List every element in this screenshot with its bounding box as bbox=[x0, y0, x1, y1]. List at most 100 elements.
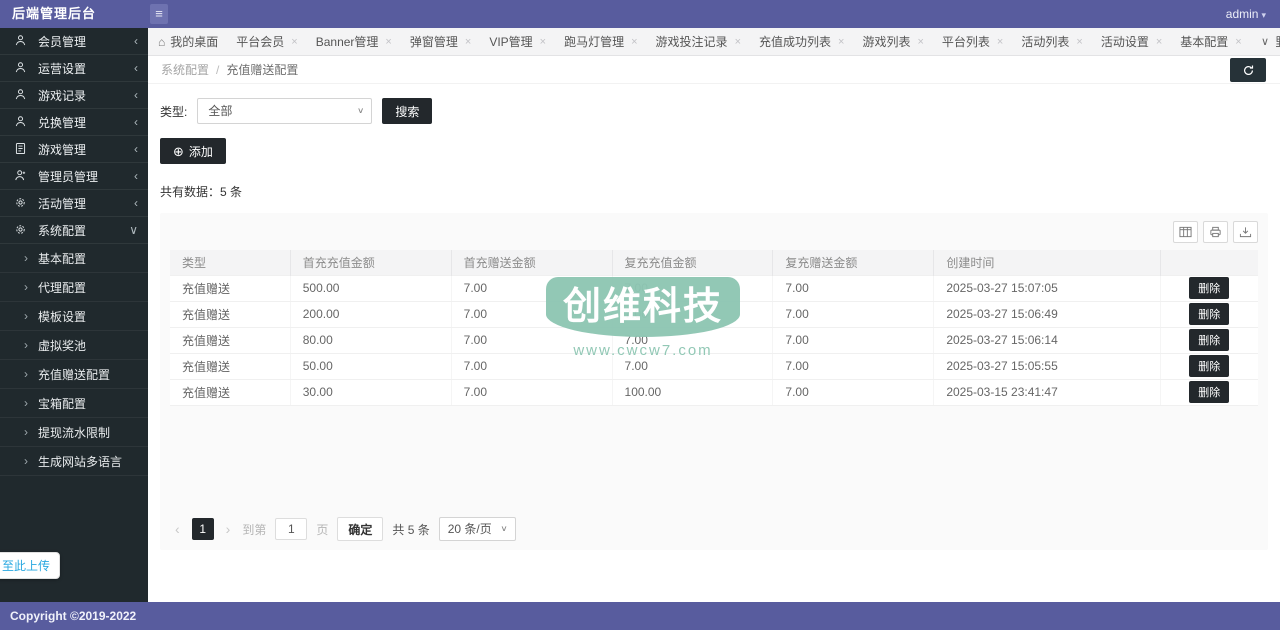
close-icon[interactable]: × bbox=[917, 36, 923, 48]
user-icon bbox=[14, 115, 29, 130]
chevron-right-icon: › bbox=[24, 338, 28, 352]
table-cell: 2025-03-15 23:41:47 bbox=[933, 379, 1161, 406]
chevron-left-icon: ‹ bbox=[134, 88, 138, 102]
sidebar-subitem[interactable]: › 模板设置 bbox=[0, 302, 148, 331]
table-cell: 充值赠送 bbox=[170, 353, 291, 380]
close-icon[interactable]: × bbox=[997, 36, 1003, 48]
home-icon: ⌂ bbox=[158, 34, 166, 49]
sidebar-item-label: 活动管理 bbox=[38, 196, 87, 211]
sidebar-item[interactable]: 游戏记录 ‹ bbox=[0, 82, 148, 109]
search-button[interactable]: 搜索 bbox=[382, 98, 433, 124]
close-icon[interactable]: × bbox=[838, 36, 844, 48]
tabs-dropdown-icon[interactable]: ∨ bbox=[1254, 28, 1276, 55]
close-icon[interactable]: × bbox=[385, 36, 391, 48]
close-icon[interactable]: × bbox=[1235, 36, 1241, 48]
sidebar-menu: 会员管理 ‹ 运营设置 ‹ 游戏记录 ‹ 兑换管理 ‹ 游戏管理 ‹ 管理员管理 ‹ 活动管理 ‹ 系统配置… bbox=[0, 28, 148, 244]
table-cell: 7.00 bbox=[772, 353, 934, 380]
close-icon[interactable]: × bbox=[465, 36, 471, 48]
table-cell: 2025-03-27 15:05:55 bbox=[933, 353, 1161, 380]
delete-button[interactable]: 删除 bbox=[1189, 329, 1230, 351]
delete-button[interactable]: 删除 bbox=[1189, 277, 1230, 299]
sidebar-item[interactable]: 系统配置 ∨ bbox=[0, 217, 148, 244]
sidebar-subitem[interactable]: › 虚拟奖池 bbox=[0, 331, 148, 360]
table-cell: 7.00 bbox=[772, 327, 934, 354]
tab[interactable]: 平台会员 × bbox=[236, 33, 297, 50]
sidebar-subitem-label: 生成网站多语言 bbox=[38, 454, 123, 469]
sidebar-subitem[interactable]: › 提现流水限制 bbox=[0, 418, 148, 447]
close-icon[interactable]: × bbox=[1076, 36, 1082, 48]
sidebar-submenu: › 基本配置 › 代理配置 › 模板设置 › 虚拟奖池 › 充值赠送配置 › 宝箱配置 › 提现流水限制 ›… bbox=[0, 244, 148, 476]
column-header: 类型 bbox=[170, 250, 291, 275]
table-cell: 充值赠送 bbox=[170, 327, 291, 354]
tab[interactable]: 游戏列表 × bbox=[862, 33, 923, 50]
sidebar-subitem-label: 虚拟奖池 bbox=[38, 338, 87, 353]
sidebar-item[interactable]: 兑换管理 ‹ bbox=[0, 109, 148, 136]
print-button[interactable] bbox=[1203, 221, 1228, 243]
close-icon[interactable]: × bbox=[631, 36, 637, 48]
close-icon[interactable]: × bbox=[291, 36, 297, 48]
add-button[interactable]: ⊕ 添加 bbox=[160, 138, 226, 164]
tab[interactable]: 活动列表 × bbox=[1021, 33, 1082, 50]
breadcrumb-parent[interactable]: 系统配置 bbox=[161, 61, 209, 78]
current-page-button[interactable]: 1 bbox=[191, 518, 214, 540]
sidebar-item-label: 会员管理 bbox=[38, 34, 87, 49]
sidebar-item[interactable]: 管理员管理 ‹ bbox=[0, 163, 148, 190]
tab-home[interactable]: ⌂ 我的桌面 bbox=[158, 33, 218, 50]
tab[interactable]: 弹窗管理 × bbox=[410, 33, 471, 50]
close-icon[interactable]: × bbox=[735, 36, 741, 48]
sidebar-item[interactable]: 游戏管理 ‹ bbox=[0, 136, 148, 163]
columns-toggle-button[interactable] bbox=[1173, 221, 1198, 243]
sidebar-item[interactable]: 活动管理 ‹ bbox=[0, 190, 148, 217]
tab-label: 游戏列表 bbox=[862, 35, 911, 49]
tab-label: 弹窗管理 bbox=[409, 35, 458, 49]
tab[interactable]: 平台列表 × bbox=[942, 33, 1003, 50]
next-page-button[interactable]: › bbox=[223, 521, 234, 537]
actions-cell: 删除 bbox=[1159, 301, 1258, 328]
add-button-label: 添加 bbox=[188, 144, 213, 159]
refresh-icon bbox=[1243, 64, 1253, 75]
table-cell: 7.00 bbox=[611, 274, 773, 302]
tab[interactable]: 基本配置 × bbox=[1180, 33, 1241, 50]
tab[interactable]: 充值成功列表 × bbox=[759, 33, 844, 50]
sidebar-item[interactable]: 会员管理 ‹ bbox=[0, 28, 148, 55]
table-cell: 100.00 bbox=[611, 379, 773, 406]
close-icon[interactable]: × bbox=[1156, 36, 1162, 48]
goto-page-input[interactable] bbox=[275, 518, 308, 540]
delete-button[interactable]: 删除 bbox=[1189, 355, 1230, 377]
delete-button[interactable]: 删除 bbox=[1189, 303, 1230, 325]
user-icon bbox=[14, 34, 29, 49]
chevron-right-icon: › bbox=[24, 425, 28, 439]
type-select[interactable]: 全部 bbox=[197, 98, 373, 124]
tab[interactable]: 活动设置 × bbox=[1101, 33, 1162, 50]
refresh-button[interactable] bbox=[1230, 58, 1266, 82]
table-cell: 7.00 bbox=[611, 327, 773, 354]
confirm-button[interactable]: 确定 bbox=[337, 517, 384, 541]
export-button[interactable] bbox=[1233, 221, 1258, 243]
tab[interactable]: 游戏投注记录 × bbox=[656, 33, 741, 50]
tab[interactable]: 跑马灯管理 × bbox=[564, 33, 637, 50]
table-toolbar bbox=[170, 221, 1258, 243]
upload-drop-button[interactable]: 至此上传 bbox=[0, 552, 61, 579]
hamburger-icon[interactable]: ≡ bbox=[150, 4, 168, 24]
chevron-left-icon: ‹ bbox=[134, 61, 138, 75]
sidebar-subitem[interactable]: › 生成网站多语言 bbox=[0, 447, 148, 476]
prev-page-button[interactable]: ‹ bbox=[172, 521, 183, 537]
user-icon bbox=[14, 61, 29, 76]
delete-button[interactable]: 删除 bbox=[1189, 381, 1230, 403]
user-menu[interactable]: admin ▾ bbox=[1226, 0, 1266, 29]
sidebar-subitem[interactable]: › 充值赠送配置 bbox=[0, 360, 148, 389]
tab[interactable]: Banner管理 × bbox=[316, 33, 392, 50]
close-icon[interactable]: × bbox=[540, 36, 546, 48]
sidebar-item[interactable]: 运营设置 ‹ bbox=[0, 55, 148, 82]
filter-row: 类型: 全部 ∨ 搜索 bbox=[160, 98, 1268, 124]
tab-label: 活动列表 bbox=[1021, 35, 1070, 49]
page-size-select[interactable]: 20 条/页 bbox=[438, 517, 516, 541]
sidebar-subitem[interactable]: › 基本配置 bbox=[0, 244, 148, 273]
column-header: 复充赠送金额 bbox=[772, 250, 934, 275]
table-cell: 2025-03-27 15:07:05 bbox=[933, 274, 1161, 302]
sidebar-subitem[interactable]: › 代理配置 bbox=[0, 273, 148, 302]
table-cell: 7.00 bbox=[772, 301, 934, 328]
sidebar-subitem[interactable]: › 宝箱配置 bbox=[0, 389, 148, 418]
tab[interactable]: VIP管理 × bbox=[489, 33, 546, 50]
export-icon bbox=[1239, 227, 1252, 238]
